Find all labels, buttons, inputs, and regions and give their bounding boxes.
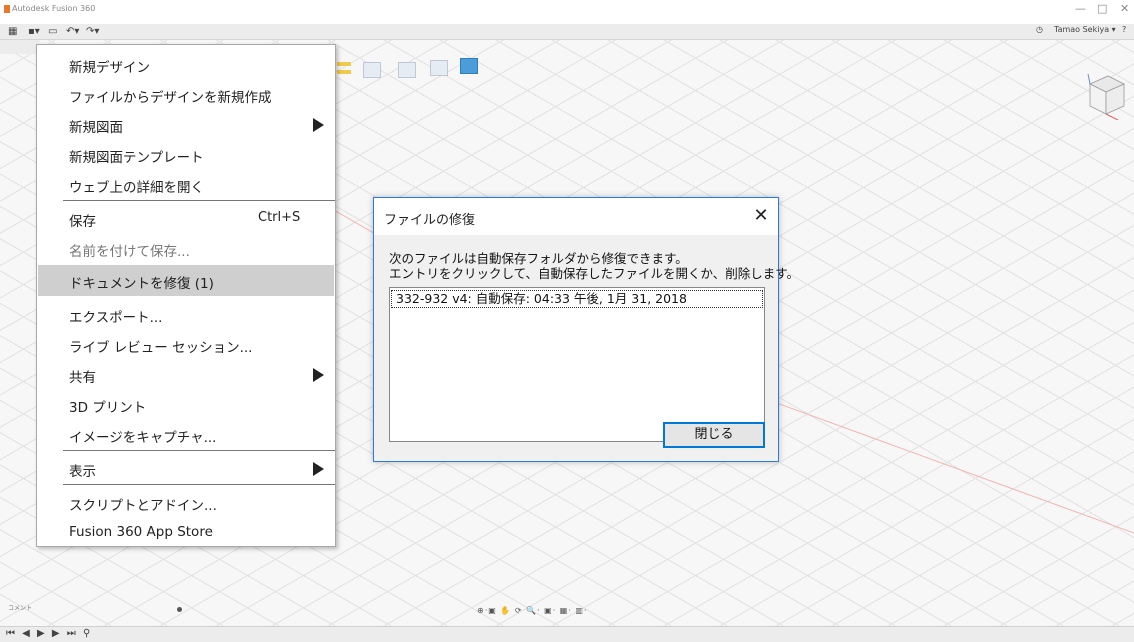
menu-item-label: イメージをキャプチャ... bbox=[69, 430, 217, 446]
menu-item-new-drawing-template[interactable]: 新規図面テンプレート bbox=[37, 139, 335, 169]
dialog-close-icon[interactable]: ✕ bbox=[750, 205, 772, 227]
viewcube[interactable] bbox=[1084, 70, 1128, 120]
menu-item-new-drawing[interactable]: 新規図面 bbox=[37, 109, 335, 139]
menu-item-label: 3D プリント bbox=[69, 400, 147, 416]
menu-item-label: スクリプトとアドイン... bbox=[69, 498, 217, 514]
ribbon-modify-icon[interactable] bbox=[337, 62, 351, 66]
job-status-icon[interactable]: ◷ bbox=[1036, 25, 1043, 34]
tab-bar bbox=[0, 40, 40, 54]
menu-item-view[interactable]: 表示 bbox=[37, 453, 335, 483]
menu-item-label: ファイルからデザインを新規作成 bbox=[69, 90, 272, 106]
menu-item-label: 保存 bbox=[69, 214, 96, 230]
dialog-message-line-2: エントリをクリックして、自動保存したファイルを開くか、削除します。 bbox=[389, 266, 800, 281]
navigation-bar[interactable]: ⊕·▣ ✋ ⟳ 🔍· ▣· ▦· ▥· bbox=[477, 606, 655, 618]
menu-item-label: ドキュメントを修復 (1) bbox=[69, 276, 214, 292]
shortcut-label: Ctrl+S bbox=[258, 210, 301, 225]
menu-item-label: ライブ レビュー セッション... bbox=[69, 340, 253, 356]
menu-item-save[interactable]: 保存 Ctrl+S bbox=[37, 203, 335, 233]
comments-panel[interactable]: コメント bbox=[8, 603, 192, 617]
dialog-title: ファイルの修復 bbox=[384, 213, 476, 228]
menu-item-export[interactable]: エクスポート... bbox=[37, 299, 335, 329]
close-window-button[interactable]: ✕ bbox=[1120, 2, 1129, 15]
menu-item-label: 名前を付けて保存... bbox=[69, 244, 190, 260]
menu-item-new-design-from-file[interactable]: ファイルからデザインを新規作成 bbox=[37, 79, 335, 109]
window-title: Autodesk Fusion 360 bbox=[12, 4, 96, 13]
apps-grid-icon[interactable]: ▦ bbox=[8, 26, 17, 37]
title-bar: Autodesk Fusion 360 — □ ✕ bbox=[0, 0, 1134, 24]
dialog-titlebar: ファイルの修復 ✕ bbox=[374, 198, 778, 235]
menu-divider bbox=[63, 450, 335, 451]
menu-item-recover-documents[interactable]: ドキュメントを修復 (1) bbox=[38, 265, 334, 296]
submenu-arrow-icon bbox=[313, 462, 324, 476]
ribbon-modify-icon-2[interactable] bbox=[337, 70, 351, 74]
menu-item-label: 共有 bbox=[69, 370, 96, 386]
menu-divider bbox=[63, 200, 335, 201]
menu-item-label: 新規図面 bbox=[69, 120, 123, 136]
recovery-file-entry[interactable]: 332-932 v4: 自動保存: 04:33 午後, 1月 31, 2018 bbox=[391, 290, 763, 308]
menu-item-capture-image[interactable]: イメージをキャプチャ... bbox=[37, 419, 335, 449]
menu-item-label: 表示 bbox=[69, 464, 96, 480]
menu-item-share[interactable]: 共有 bbox=[37, 359, 335, 389]
comments-label: コメント bbox=[8, 605, 33, 612]
maximize-button[interactable]: □ bbox=[1097, 2, 1107, 15]
redo-icon[interactable]: ↷▾ bbox=[86, 26, 99, 37]
comments-toggle-icon[interactable] bbox=[177, 607, 182, 612]
ribbon-insert-icon[interactable] bbox=[363, 62, 381, 78]
menu-divider bbox=[63, 484, 335, 485]
file-menu-icon[interactable]: ▪▾ bbox=[28, 26, 40, 37]
save-icon[interactable]: ▭ bbox=[48, 26, 57, 37]
menu-item-open-details-on-web[interactable]: ウェブ上の詳細を開く bbox=[37, 169, 335, 199]
menu-item-scripts-addins[interactable]: スクリプトとアドイン... bbox=[37, 487, 335, 517]
minimize-button[interactable]: — bbox=[1075, 2, 1086, 15]
menu-item-save-as[interactable]: 名前を付けて保存... bbox=[37, 233, 335, 263]
menu-item-new-design[interactable]: 新規デザイン bbox=[37, 49, 335, 79]
menu-item-app-store[interactable]: Fusion 360 App Store bbox=[37, 517, 335, 547]
file-dropdown-menu: 新規デザイン ファイルからデザインを新規作成 新規図面 新規図面テンプレート ウ… bbox=[36, 44, 336, 547]
timeline-bar: ⏮ ◀ ▶ ▶ ⏭ ⚲ bbox=[0, 626, 1134, 642]
menu-item-label: エクスポート... bbox=[69, 310, 163, 326]
submenu-arrow-icon bbox=[313, 368, 324, 382]
ribbon-make-icon[interactable] bbox=[398, 62, 416, 78]
menu-item-label: 新規デザイン bbox=[69, 60, 150, 76]
menu-item-label: Fusion 360 App Store bbox=[69, 524, 213, 540]
ribbon-addins-icon[interactable] bbox=[430, 60, 448, 76]
undo-icon[interactable]: ↶▾ bbox=[66, 26, 79, 37]
close-button[interactable]: 閉じる bbox=[663, 422, 765, 448]
menu-item-3d-print[interactable]: 3D プリント bbox=[37, 389, 335, 419]
fusion-app-icon bbox=[4, 5, 10, 13]
menu-item-live-review-session[interactable]: ライブ レビュー セッション... bbox=[37, 329, 335, 359]
submenu-arrow-icon bbox=[313, 118, 324, 132]
quick-access-toolbar: ▦ ▪▾ ▭ ↶▾ ↷▾ ◷ Tamao Sekiya ▾ ? bbox=[0, 24, 1134, 40]
menu-item-label: ウェブ上の詳細を開く bbox=[69, 180, 204, 196]
timeline-playback-controls[interactable]: ⏮ ◀ ▶ ▶ ⏭ ⚲ bbox=[6, 628, 92, 639]
user-account-menu[interactable]: Tamao Sekiya ▾ bbox=[1054, 25, 1116, 34]
help-icon[interactable]: ? bbox=[1122, 25, 1126, 34]
ribbon-select-icon[interactable] bbox=[460, 58, 478, 74]
dialog-message: 次のファイルは自動保存フォルダから修復できます。 エントリをクリックして、自動保… bbox=[389, 251, 799, 281]
dialog-message-line-1: 次のファイルは自動保存フォルダから修復できます。 bbox=[389, 251, 688, 266]
file-recovery-dialog: ファイルの修復 ✕ 次のファイルは自動保存フォルダから修復できます。 エントリを… bbox=[373, 197, 799, 462]
menu-item-label: 新規図面テンプレート bbox=[69, 150, 204, 166]
recovery-file-list[interactable]: 332-932 v4: 自動保存: 04:33 午後, 1月 31, 2018 bbox=[389, 287, 765, 442]
